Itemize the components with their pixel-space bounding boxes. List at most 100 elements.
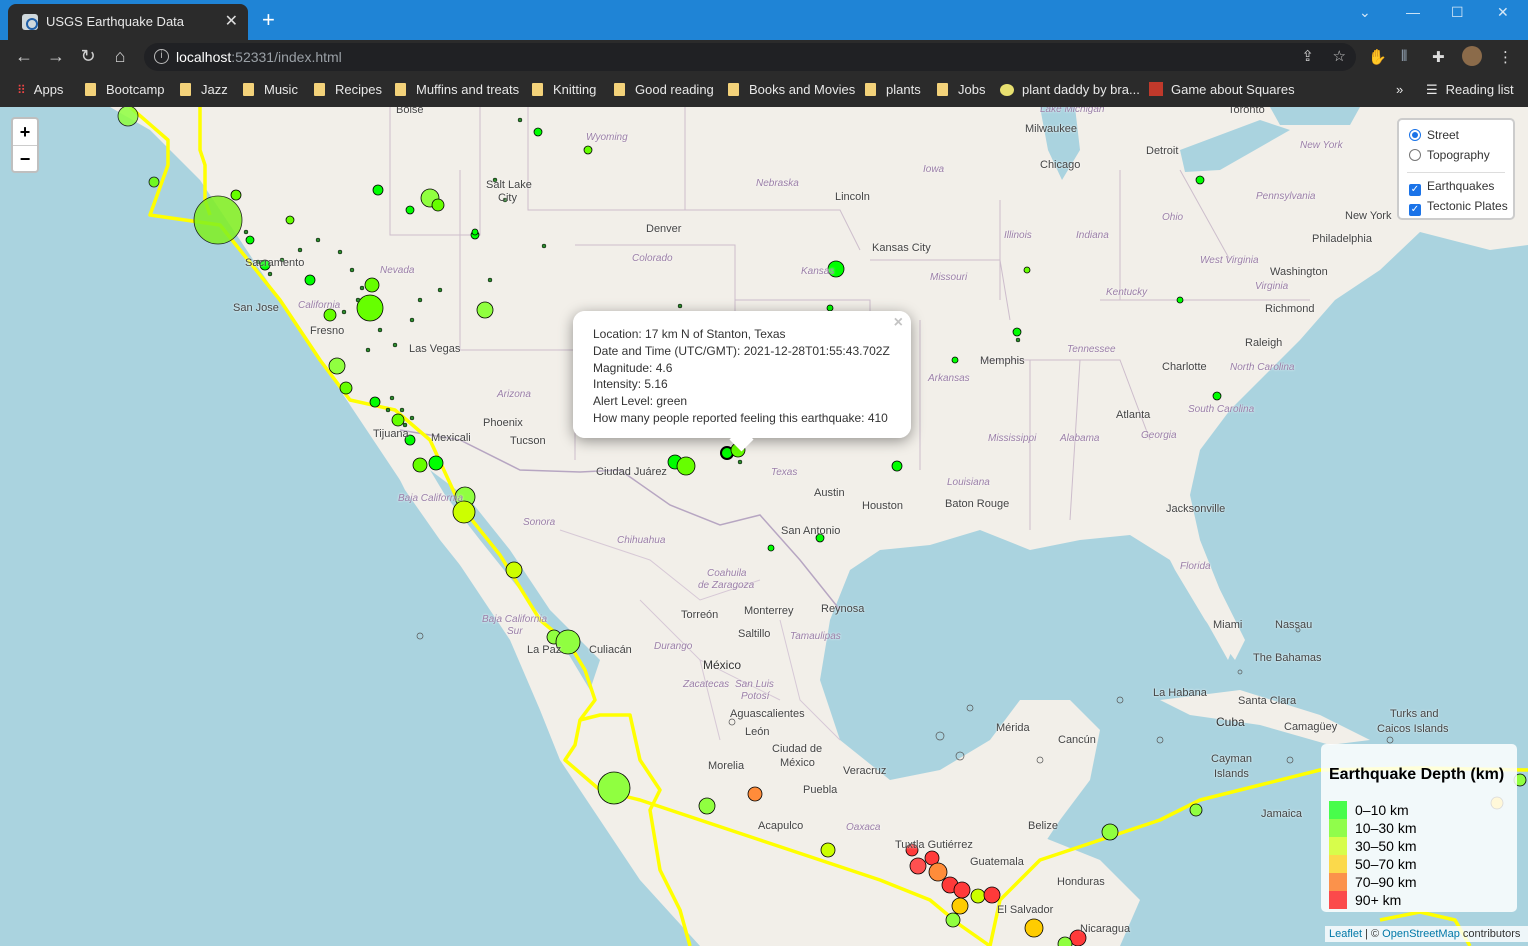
- map-label-potosi: Potosí: [741, 691, 770, 702]
- quake-marker: [698, 797, 716, 815]
- menu-kebab-icon[interactable]: ⋮: [1498, 48, 1513, 66]
- bookmark-books-movies[interactable]: Books and Movies: [728, 82, 855, 97]
- bookmark-plant-daddy[interactable]: plant daddy by bra...: [1000, 82, 1140, 97]
- map-label-aguascalientes: Aguascalientes: [730, 708, 805, 720]
- map-label-louisiana: Louisiana: [947, 477, 990, 488]
- radio-selected-icon[interactable]: [1409, 129, 1421, 141]
- map-label-guatemala: Guatemala: [970, 856, 1024, 868]
- extension-bars-icon[interactable]: ⫴: [1401, 48, 1407, 65]
- quake-marker: [1024, 918, 1044, 938]
- zoom-out-button[interactable]: −: [13, 145, 37, 171]
- popup-content: Location: 17 km N of Stanton, Texas Date…: [593, 326, 890, 427]
- quake-marker: [409, 415, 415, 421]
- bookmarks-overflow-icon[interactable]: »: [1396, 82, 1403, 97]
- quake-marker: [148, 176, 160, 188]
- layer-separator: [1407, 172, 1505, 173]
- close-window-icon[interactable]: ✕: [1497, 4, 1509, 21]
- legend-item: 10–30 km: [1329, 819, 1416, 837]
- quake-marker: [193, 195, 243, 245]
- legend-item: 30–50 km: [1329, 837, 1416, 855]
- folder-icon: [314, 83, 325, 96]
- forward-icon[interactable]: →: [45, 46, 67, 67]
- new-tab-icon[interactable]: +: [262, 9, 275, 31]
- map-label-denver: Denver: [646, 223, 682, 235]
- quake-marker: [243, 229, 249, 235]
- minimize-icon[interactable]: —: [1406, 4, 1420, 20]
- map-label-puebla: Puebla: [803, 784, 838, 796]
- layer-control: Street Topography ✓ Earthquakes ✓ Tectonic…: [1397, 118, 1515, 220]
- osm-link[interactable]: OpenStreetMap: [1382, 928, 1460, 940]
- extension-stop-icon[interactable]: ✋: [1368, 48, 1387, 66]
- checkbox-checked-icon[interactable]: ✓: [1409, 204, 1421, 216]
- quake-marker: [416, 632, 424, 640]
- bookmark-good-reading[interactable]: Good reading: [614, 82, 714, 97]
- leaflet-link[interactable]: Leaflet: [1329, 928, 1362, 940]
- bookmark-jazz[interactable]: Jazz: [180, 82, 228, 97]
- map-label-leon: León: [745, 726, 770, 738]
- profile-avatar[interactable]: [1462, 46, 1482, 66]
- quake-marker: [339, 381, 353, 395]
- address-bar[interactable]: i localhost:52331/index.html ⇪ ☆: [144, 43, 1356, 71]
- map-label-san-antonio: San Antonio: [781, 525, 841, 537]
- share-icon[interactable]: ⇪: [1301, 47, 1314, 65]
- folder-icon: [728, 83, 739, 96]
- bookmark-recipes[interactable]: Recipes: [314, 82, 382, 97]
- map-label-monterrey: Monterrey: [744, 605, 794, 617]
- reload-icon[interactable]: ↻: [77, 46, 99, 67]
- legend-swatch: [1329, 819, 1347, 837]
- quake-marker: [267, 271, 273, 277]
- bookmark-bootcamp[interactable]: Bootcamp: [85, 82, 165, 97]
- overlay-tectonic-plates[interactable]: ✓ Tectonic Plates: [1409, 199, 1508, 216]
- layer-topography[interactable]: Topography: [1409, 148, 1490, 162]
- bookmark-muffins[interactable]: Muffins and treats: [395, 82, 519, 97]
- lake-ontario: [1270, 107, 1360, 125]
- map-label-ciudad-de: Ciudad de: [772, 743, 823, 755]
- reading-list[interactable]: ☰ Reading list: [1426, 82, 1514, 98]
- tab-usgs[interactable]: USGS Earthquake Data ✕: [8, 4, 248, 40]
- back-icon[interactable]: ←: [13, 46, 35, 67]
- quake-marker: [583, 145, 593, 155]
- map-label-colorado: Colorado: [632, 253, 673, 264]
- site-info-icon[interactable]: i: [154, 49, 169, 64]
- zoom-in-button[interactable]: +: [13, 119, 37, 145]
- reading-list-icon: ☰: [1426, 82, 1438, 97]
- map-label-veracruz: Veracruz: [843, 765, 887, 777]
- bookmark-knitting[interactable]: Knitting: [532, 82, 596, 97]
- quake-marker: [909, 857, 927, 875]
- checkbox-checked-icon[interactable]: ✓: [1409, 184, 1421, 196]
- map-label-baja-california: Baja California: [398, 493, 464, 504]
- map-label-lake-michigan: Lake Michigan: [1040, 107, 1105, 115]
- extensions-puzzle-icon[interactable]: ✚: [1432, 48, 1445, 66]
- home-icon[interactable]: ⌂: [109, 46, 131, 67]
- quake-marker: [372, 184, 384, 196]
- bookmark-jobs[interactable]: Jobs: [937, 82, 985, 97]
- map-label-california: California: [298, 300, 341, 311]
- quake-marker: [1176, 296, 1184, 304]
- bookmark-game-squares[interactable]: Game about Squares: [1149, 82, 1295, 97]
- layer-street[interactable]: Street: [1409, 128, 1459, 142]
- quake-marker: [517, 117, 523, 123]
- bookmark-star-icon[interactable]: ☆: [1333, 47, 1346, 65]
- map-label-illinois: Illinois: [1004, 230, 1032, 241]
- quake-marker: [1189, 803, 1203, 817]
- map-container[interactable]: Boise Lake Michigan Milwaukee Toronto De…: [0, 107, 1528, 946]
- maximize-icon[interactable]: ☐: [1451, 4, 1464, 21]
- folder-icon: [395, 83, 406, 96]
- map-label-milwaukee: Milwaukee: [1025, 123, 1077, 135]
- quake-marker: [365, 347, 371, 353]
- map-label-miami: Miami: [1213, 619, 1243, 631]
- bookmark-apps[interactable]: ⠿ Apps: [17, 82, 63, 97]
- overlay-earthquakes[interactable]: ✓ Earthquakes: [1409, 179, 1494, 196]
- map-label-la-paz: La Paz: [527, 644, 562, 656]
- map-label-durango: Durango: [654, 641, 693, 652]
- map-label-cayman: Cayman: [1211, 753, 1252, 765]
- radio-icon[interactable]: [1409, 149, 1421, 161]
- tab-search-icon[interactable]: ⌄: [1359, 4, 1371, 21]
- tab-close-icon[interactable]: ✕: [225, 11, 238, 31]
- bookmark-music[interactable]: Music: [243, 82, 298, 97]
- quake-marker: [1286, 756, 1294, 764]
- popup-alert-level: Alert Level: green: [593, 394, 688, 409]
- popup-close-icon[interactable]: ×: [894, 314, 903, 332]
- bookmark-plants[interactable]: plants: [865, 82, 921, 97]
- map-label-belize: Belize: [1028, 820, 1058, 832]
